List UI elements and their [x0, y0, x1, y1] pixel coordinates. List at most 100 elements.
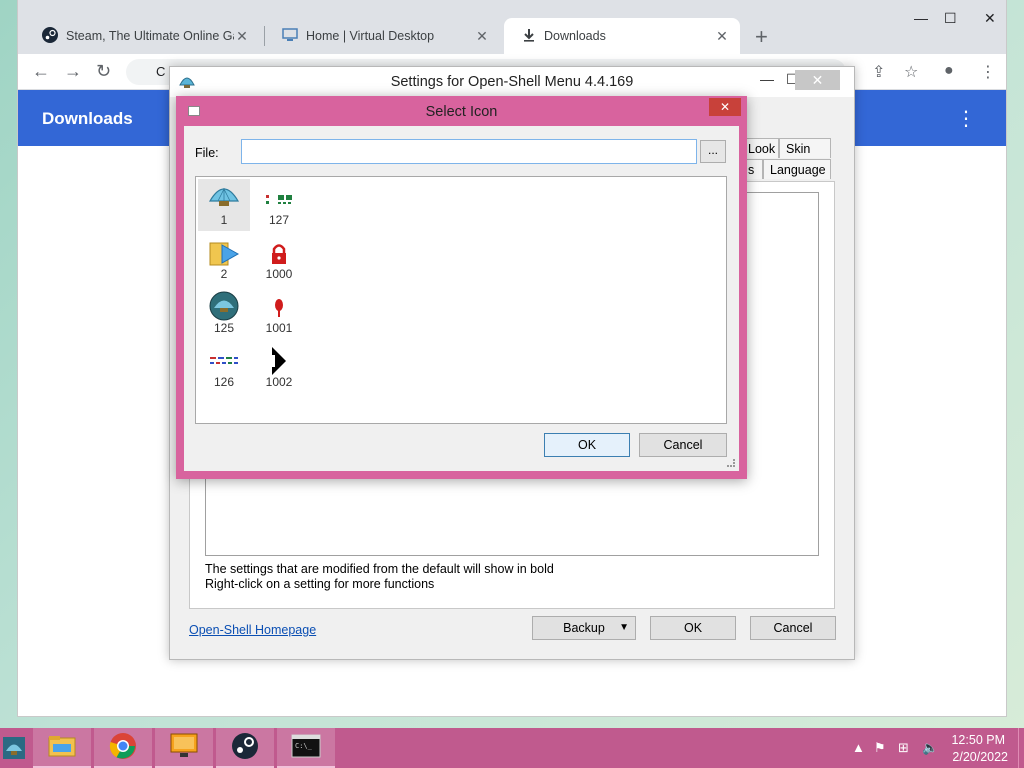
bookmark-star-icon[interactable]: ☆: [904, 62, 918, 82]
action-center-flag-icon[interactable]: ⚑: [874, 740, 886, 756]
button-label: OK: [577, 438, 597, 452]
taskbar-steam[interactable]: [216, 728, 274, 768]
close-icon[interactable]: ✕: [795, 70, 840, 90]
file-input[interactable]: [241, 139, 697, 164]
show-desktop-button[interactable]: [1018, 728, 1024, 768]
green-dots-icon: [253, 179, 305, 213]
close-icon[interactable]: ✕: [709, 98, 741, 116]
clock-time[interactable]: 12:50 PM: [951, 733, 1005, 747]
taskbar-file-explorer[interactable]: [33, 728, 91, 768]
settings-title: Settings for Open-Shell Menu 4.4.169: [390, 74, 634, 90]
steam-icon: [231, 732, 259, 763]
icon-item-126[interactable]: 126: [198, 341, 250, 393]
padlock-icon: [253, 233, 305, 267]
tab-steam[interactable]: Steam, The Ultimate Online Gam ✕: [24, 18, 260, 54]
tab-strip: Steam, The Ultimate Online Gam ✕ Home | …: [18, 0, 1006, 54]
icon-item-1002[interactable]: 1002: [253, 341, 305, 393]
homepage-link[interactable]: Open-Shell Homepage: [189, 623, 316, 637]
button-label: Backup: [563, 621, 605, 635]
close-icon[interactable]: ✕: [474, 28, 490, 45]
dashed-lines-icon: [198, 341, 250, 375]
icon-id-label: 1000: [265, 267, 293, 281]
cancel-button[interactable]: Cancel: [639, 433, 727, 457]
new-tab-button[interactable]: +: [755, 24, 768, 50]
back-icon[interactable]: ←: [32, 61, 50, 82]
network-icon[interactable]: ⊞: [898, 740, 909, 756]
tab-label: Look: [748, 142, 776, 156]
file-label: File:: [195, 146, 219, 160]
svg-text:C:\_: C:\_: [295, 742, 313, 750]
icon-id-label: 2: [220, 267, 228, 281]
more-options-icon[interactable]: ⋮: [956, 106, 976, 131]
close-icon[interactable]: ✕: [714, 28, 730, 45]
tab-language[interactable]: Language: [763, 159, 831, 179]
button-label: Cancel: [663, 438, 703, 452]
tab-label: Language: [770, 163, 826, 177]
steam-icon: [42, 26, 58, 46]
icon-item-127[interactable]: 127: [253, 179, 305, 231]
tab-title: Downloads: [544, 29, 606, 43]
icon-list[interactable]: 1 2 125 126 127 1000 1001 1002: [195, 176, 727, 424]
icon-item-1001[interactable]: 1001: [253, 287, 305, 339]
command-prompt-icon: C:\_: [291, 734, 321, 761]
tab-downloads[interactable]: Downloads ✕: [504, 18, 740, 54]
dropdown-arrow-icon: ▼: [619, 622, 629, 633]
taskbar-chrome[interactable]: [94, 728, 152, 768]
tab-title: Home | Virtual Desktop: [306, 29, 435, 43]
tab-label: s: [748, 163, 755, 177]
shell-icon: [198, 179, 250, 213]
monitor-icon: [282, 27, 298, 46]
ok-button[interactable]: OK: [544, 433, 630, 457]
icon-id-label: 1001: [265, 321, 293, 335]
file-explorer-icon: [48, 734, 76, 761]
show-hidden-icons-icon[interactable]: ▲: [852, 740, 865, 755]
settings-note: The settings that are modified from the …: [205, 562, 554, 576]
ok-button[interactable]: OK: [650, 616, 736, 640]
settings-note: Right-click on a setting for more functi…: [205, 577, 435, 591]
icon-id-label: 125: [213, 321, 235, 335]
shell-round-icon: [198, 287, 250, 321]
taskbar: C:\_ ▲ ⚑ ⊞ 🔈 12:50 PM 2/20/2022: [0, 728, 1024, 768]
button-label: Cancel: [773, 621, 813, 635]
icon-id-label: 1: [220, 213, 228, 227]
red-pin-icon: [253, 287, 305, 321]
arrow-cursor-icon: [253, 341, 305, 375]
chrome-icon: [109, 732, 137, 763]
minimize-icon[interactable]: —: [760, 71, 774, 87]
browse-button[interactable]: ...: [700, 140, 726, 163]
dialog-titlebar: Select Icon ✕: [176, 96, 747, 126]
tab-label: Skin: [786, 142, 811, 156]
select-icon-dialog: Select Icon ✕ File: ... 1 2 125 126 127 …: [176, 96, 747, 479]
cancel-button[interactable]: Cancel: [750, 616, 836, 640]
tab-title: Steam, The Ultimate Online Gam: [66, 29, 234, 43]
folder-shortcut-icon: [198, 233, 250, 267]
start-button[interactable]: [2, 736, 26, 760]
volume-muted-icon[interactable]: 🔈: [922, 740, 938, 756]
close-window-icon[interactable]: ✕: [984, 10, 996, 27]
close-icon[interactable]: ✕: [234, 28, 250, 45]
icon-item-2[interactable]: 2: [198, 233, 250, 285]
backup-button[interactable]: Backup ▼: [532, 616, 636, 640]
taskbar-virtual-desktop[interactable]: [155, 728, 213, 768]
icon-id-label: 126: [213, 375, 235, 389]
taskbar-command-prompt[interactable]: C:\_: [277, 728, 335, 768]
icon-id-label: 1002: [265, 375, 293, 389]
maximize-icon[interactable]: ☐: [944, 10, 957, 27]
icon-item-1000[interactable]: 1000: [253, 233, 305, 285]
share-icon[interactable]: ⇪: [872, 62, 885, 82]
page-title: Downloads: [42, 109, 133, 128]
reload-icon[interactable]: ↻: [96, 61, 111, 82]
dialog-title: Select Icon: [425, 104, 498, 120]
tab-skin[interactable]: Skin: [779, 138, 831, 158]
resize-grip-icon[interactable]: [727, 459, 735, 467]
icon-item-125[interactable]: 125: [198, 287, 250, 339]
icon-item-1[interactable]: 1: [198, 179, 250, 231]
profile-icon[interactable]: ●: [944, 62, 954, 80]
menu-icon[interactable]: ⋮: [980, 62, 996, 82]
tab-virtual-desktop[interactable]: Home | Virtual Desktop ✕: [264, 18, 500, 54]
omnibox-text: C: [156, 64, 166, 79]
icon-id-label: 127: [268, 213, 290, 227]
clock-date[interactable]: 2/20/2022: [952, 750, 1008, 764]
forward-icon[interactable]: →: [64, 61, 82, 82]
minimize-icon[interactable]: —: [914, 10, 928, 26]
